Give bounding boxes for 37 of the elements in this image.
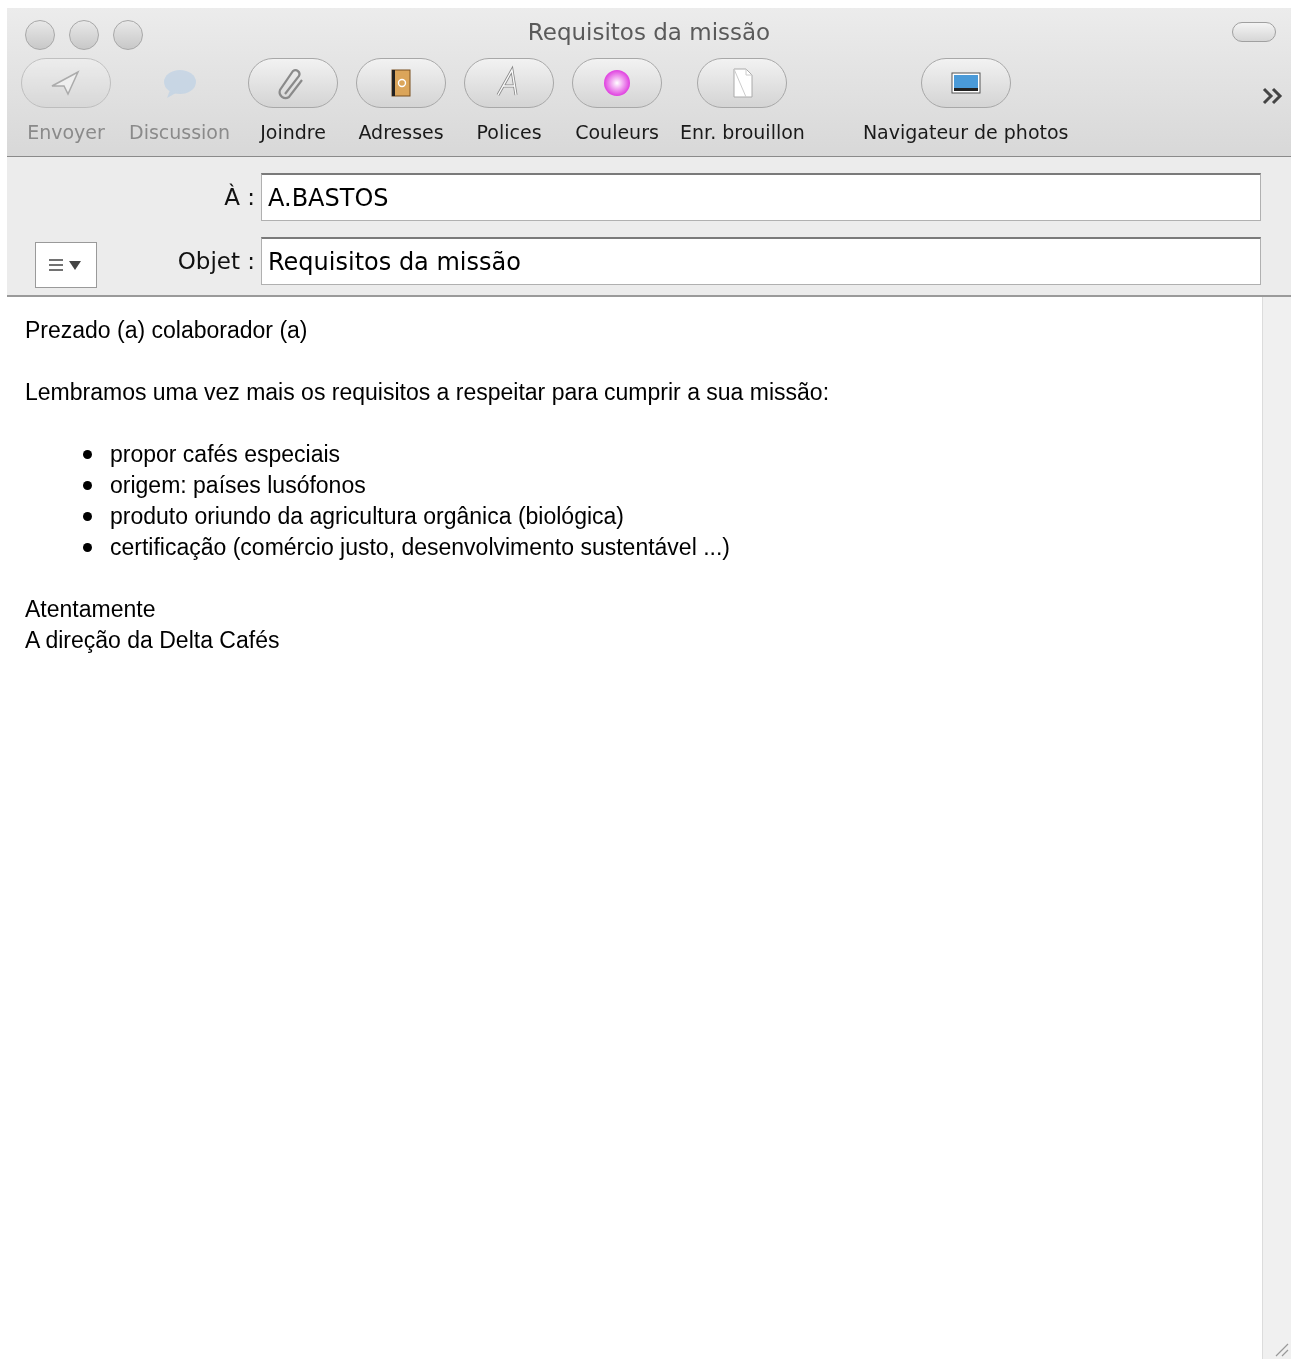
- toolbar-toggle-button[interactable]: [1232, 22, 1276, 42]
- send-icon[interactable]: [21, 58, 111, 108]
- field-label: Objet :: [177, 246, 255, 276]
- menu-icon[interactable]: [35, 241, 97, 288]
- toolbar-button[interactable]: Navigateur de photos: [862, 118, 1069, 147]
- toolbar-button[interactable]: Polices: [476, 118, 542, 147]
- more-chevron-icon[interactable]: [1261, 86, 1285, 106]
- attach-icon[interactable]: [248, 58, 339, 108]
- bullet-icon: [83, 543, 92, 552]
- signature-text: Atentamente: [25, 595, 156, 624]
- window-title: Requisitos da missão: [527, 17, 771, 47]
- toolbar-button[interactable]: Adresses: [358, 118, 444, 147]
- list-item: produto oriundo da agricultura orgânica (biológica): [110, 502, 624, 531]
- resize-grip-icon[interactable]: [1273, 1341, 1289, 1357]
- toolbar-button[interactable]: Couleurs: [575, 118, 659, 147]
- toolbar-button[interactable]: Enr. brouillon: [680, 118, 805, 147]
- toolbar-button[interactable]: Joindre: [260, 118, 326, 147]
- zoom-button[interactable]: [113, 20, 143, 50]
- list-item: certificação (comércio justo, desenvolvimento sustentável ...): [110, 533, 730, 562]
- list-item: origem: países lusófonos: [110, 471, 366, 500]
- list-item: propor cafés especiais: [110, 440, 341, 469]
- paragraph-text: Lembramos uma vez mais os requisitos a respeitar para cumprir a sua missão:: [25, 378, 830, 407]
- field-label: À :: [224, 182, 255, 212]
- input-field[interactable]: A.BASTOS: [261, 173, 1261, 221]
- bullet-icon: [83, 512, 92, 521]
- input-field[interactable]: Requisitos da missão: [261, 237, 1261, 285]
- addressbook-icon[interactable]: [356, 58, 447, 108]
- bullet-icon: [83, 450, 92, 459]
- draft-icon[interactable]: [697, 58, 788, 108]
- close-button[interactable]: [25, 20, 55, 50]
- colors-icon[interactable]: [572, 58, 663, 108]
- minimize-button[interactable]: [69, 20, 99, 50]
- photos-icon[interactable]: [920, 58, 1011, 108]
- fonts-icon[interactable]: [464, 58, 555, 108]
- greeting-text: Prezado (a) colaborador (a): [25, 316, 308, 345]
- signature-text: A direção da Delta Cafés: [25, 626, 280, 655]
- bullet-icon: [83, 481, 92, 490]
